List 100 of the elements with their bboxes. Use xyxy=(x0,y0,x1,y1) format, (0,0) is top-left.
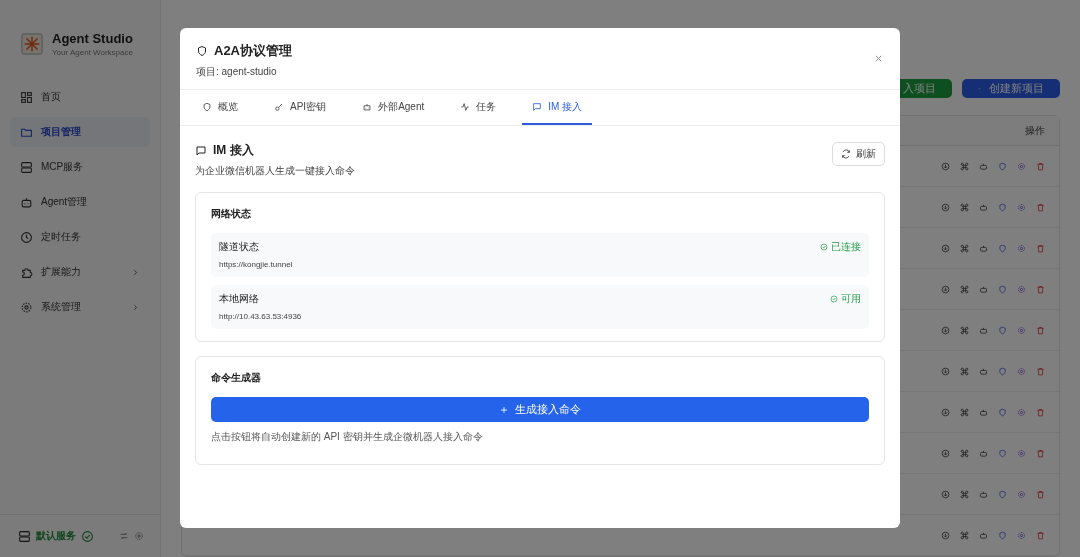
card-title: 网络状态 xyxy=(211,207,252,221)
download-icon[interactable] xyxy=(941,448,950,458)
nav-item[interactable]: Agent管理 xyxy=(10,187,150,217)
create-button[interactable]: 创建新项目 xyxy=(962,79,1060,98)
shield-icon[interactable] xyxy=(998,161,1007,171)
tab[interactable]: 外部Agent xyxy=(352,90,435,125)
shield-icon[interactable] xyxy=(998,448,1007,458)
robot-icon[interactable] xyxy=(979,407,988,417)
chat-icon xyxy=(195,144,207,157)
command-icon[interactable] xyxy=(960,202,969,212)
tab[interactable]: API密钥 xyxy=(264,90,337,125)
settings-icon[interactable] xyxy=(1017,407,1026,417)
server-icon xyxy=(18,529,31,543)
download-icon[interactable] xyxy=(941,530,950,540)
trash-icon[interactable] xyxy=(1036,366,1045,376)
settings-icon[interactable] xyxy=(1017,448,1026,458)
shield-icon[interactable] xyxy=(998,243,1007,253)
shield-icon xyxy=(202,101,212,112)
command-icon[interactable] xyxy=(960,448,969,458)
robot-icon[interactable] xyxy=(979,243,988,253)
puzzle-icon xyxy=(20,265,33,279)
command-icon[interactable] xyxy=(960,530,969,540)
robot-icon[interactable] xyxy=(979,161,988,171)
service-name[interactable]: 默认服务 xyxy=(36,529,76,543)
robot-icon[interactable] xyxy=(979,325,988,335)
settings-icon[interactable] xyxy=(1017,325,1026,335)
trash-icon[interactable] xyxy=(1036,243,1045,253)
trash-icon[interactable] xyxy=(1036,407,1045,417)
trash-icon[interactable] xyxy=(1036,284,1045,294)
status-badge: 可用 xyxy=(830,292,861,306)
download-icon[interactable] xyxy=(941,407,950,417)
trash-icon[interactable] xyxy=(1036,202,1045,212)
download-icon[interactable] xyxy=(941,284,950,294)
settings-icon[interactable] xyxy=(1017,530,1026,540)
settings-icon[interactable] xyxy=(1017,243,1026,253)
robot-icon[interactable] xyxy=(979,202,988,212)
settings-icon[interactable] xyxy=(1017,489,1026,499)
trash-icon[interactable] xyxy=(1036,161,1045,171)
shield-icon[interactable] xyxy=(998,202,1007,212)
key-icon xyxy=(274,101,284,112)
shield-icon[interactable] xyxy=(998,407,1007,417)
clock-icon xyxy=(20,230,33,244)
settings-icon[interactable] xyxy=(1017,202,1026,212)
nav-item[interactable]: 首页 xyxy=(10,82,150,112)
robot-icon[interactable] xyxy=(979,366,988,376)
command-icon[interactable] xyxy=(960,407,969,417)
section-description: 为企业微信机器人生成一键接入命令 xyxy=(195,164,355,178)
shield-icon[interactable] xyxy=(998,489,1007,499)
status-url: https://kongjie.tunnel xyxy=(219,260,294,269)
refresh-button[interactable]: 刷新 xyxy=(832,142,885,166)
tab[interactable]: 概览 xyxy=(192,90,248,125)
download-icon[interactable] xyxy=(941,202,950,212)
command-icon[interactable] xyxy=(960,489,969,499)
download-icon[interactable] xyxy=(941,243,950,253)
robot-icon[interactable] xyxy=(979,530,988,540)
download-icon[interactable] xyxy=(941,161,950,171)
status-url: http://10.43.63.53:4936 xyxy=(219,312,303,321)
trash-icon[interactable] xyxy=(1036,530,1045,540)
settings-icon[interactable] xyxy=(134,531,144,541)
shield-icon[interactable] xyxy=(998,284,1007,294)
robot-icon[interactable] xyxy=(979,284,988,294)
download-icon[interactable] xyxy=(941,325,950,335)
trash-icon[interactable] xyxy=(1036,448,1045,458)
shield-icon[interactable] xyxy=(998,530,1007,540)
generate-button[interactable]: 生成接入命令 xyxy=(211,397,869,422)
trash-icon[interactable] xyxy=(1036,325,1045,335)
trash-icon[interactable] xyxy=(1036,489,1045,499)
swap-icon[interactable] xyxy=(119,531,129,541)
status-badge: 已连接 xyxy=(820,240,861,254)
section-title: IM 接入 xyxy=(213,142,254,159)
settings-icon[interactable] xyxy=(1017,366,1026,376)
robot-icon xyxy=(362,101,373,112)
settings-icon[interactable] xyxy=(1017,161,1026,171)
column-header: 操作 xyxy=(1025,123,1045,138)
shield-icon[interactable] xyxy=(998,366,1007,376)
nav-item[interactable]: MCP服务 xyxy=(10,152,150,182)
command-icon[interactable] xyxy=(960,325,969,335)
download-icon[interactable] xyxy=(941,366,950,376)
nav-item[interactable]: 项目管理 xyxy=(10,117,150,147)
close-icon[interactable] xyxy=(873,53,884,64)
activity-icon xyxy=(460,101,471,112)
chat-icon xyxy=(532,101,543,112)
nav-item[interactable]: 扩展能力 xyxy=(10,257,150,287)
command-icon[interactable] xyxy=(960,284,969,294)
download-icon[interactable] xyxy=(941,489,950,499)
command-icon[interactable] xyxy=(960,366,969,376)
nav-item[interactable]: 定时任务 xyxy=(10,222,150,252)
settings-icon[interactable] xyxy=(1017,284,1026,294)
command-icon[interactable] xyxy=(960,243,969,253)
tab[interactable]: IM 接入 xyxy=(522,90,593,125)
command-icon[interactable] xyxy=(960,161,969,171)
nav-item[interactable]: 系统管理 xyxy=(10,292,150,322)
grid-icon xyxy=(20,90,33,104)
card-title: 命令生成器 xyxy=(211,371,262,385)
robot-icon[interactable] xyxy=(979,448,988,458)
robot-icon[interactable] xyxy=(979,489,988,499)
status-label: 本地网络 xyxy=(219,292,259,306)
tab[interactable]: 任务 xyxy=(450,90,507,125)
shield-icon[interactable] xyxy=(998,325,1007,335)
modal-subtitle: 项目: agent-studio xyxy=(196,65,278,79)
